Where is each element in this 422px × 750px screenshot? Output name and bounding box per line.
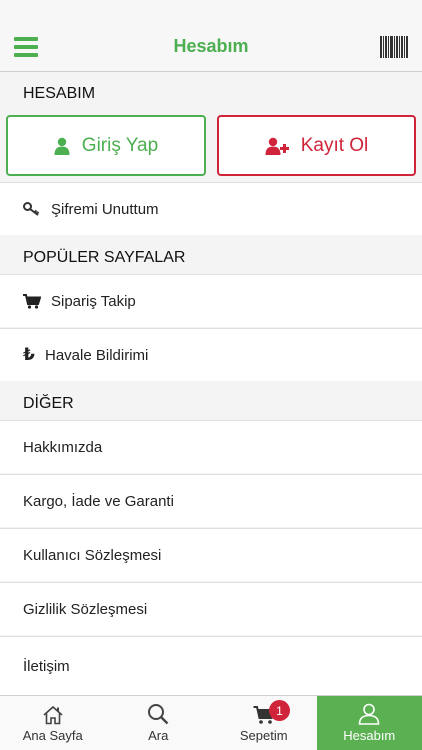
user-icon — [54, 137, 70, 155]
tab-cart[interactable]: 1 Sepetim — [211, 696, 317, 750]
transfer-notice-label: Havale Bildirimi — [45, 346, 149, 364]
user-outline-icon — [358, 703, 380, 725]
key-icon — [23, 202, 43, 216]
register-label: Kayıt Ol — [300, 134, 369, 156]
contact-item[interactable]: İletişim — [0, 636, 422, 695]
section-title-popular: POPÜLER SAYFALAR — [0, 236, 422, 274]
tab-account[interactable]: Hesabım — [316, 696, 422, 750]
user-agreement-label: Kullanıcı Sözleşmesi — [23, 546, 162, 564]
tab-search[interactable]: Ara — [106, 696, 212, 750]
add-user-icon — [265, 137, 289, 155]
order-tracking-label: Sipariş Takip — [51, 292, 136, 310]
cart-count-badge: 1 — [269, 700, 290, 721]
cart-icon — [23, 293, 43, 309]
about-item[interactable]: Hakkımızda — [0, 420, 422, 473]
privacy-policy-label: Gizlilik Sözleşmesi — [23, 600, 148, 618]
user-agreement-item[interactable]: Kullanıcı Sözleşmesi — [0, 528, 422, 581]
auth-buttons: Giriş Yap Kayıt Ol — [0, 108, 422, 182]
login-button[interactable]: Giriş Yap — [6, 115, 206, 176]
top-bar: Hesabım — [0, 0, 422, 72]
barcode-icon[interactable] — [380, 36, 408, 58]
order-tracking-item[interactable]: Sipariş Takip — [0, 274, 422, 327]
search-icon — [148, 704, 169, 725]
transfer-notice-item[interactable]: ₺ Havale Bildirimi — [0, 328, 422, 381]
shipping-returns-label: Kargo, İade ve Garanti — [23, 492, 174, 510]
tab-home-label: Ana Sayfa — [22, 728, 83, 743]
tab-search-label: Ara — [148, 728, 169, 743]
page-title: Hesabım — [173, 36, 249, 56]
tab-home[interactable]: Ana Sayfa — [0, 696, 106, 750]
section-title-other: DİĞER — [0, 382, 422, 420]
forgot-password-label: Şifremi Unuttum — [51, 200, 159, 218]
shipping-returns-item[interactable]: Kargo, İade ve Garanti — [0, 474, 422, 527]
about-label: Hakkımızda — [23, 438, 103, 456]
home-icon — [43, 705, 63, 725]
tab-account-label: Hesabım — [343, 728, 396, 743]
forgot-password-item[interactable]: Şifremi Unuttum — [0, 182, 422, 235]
lira-icon: ₺ — [23, 345, 35, 364]
contact-label: İletişim — [23, 657, 70, 675]
section-title-account: HESABIM — [0, 73, 422, 108]
tab-cart-label: Sepetim — [239, 728, 288, 743]
bottom-tab-bar: Ana Sayfa Ara 1 Sepetim Hesabım — [0, 695, 422, 750]
register-button[interactable]: Kayıt Ol — [217, 115, 416, 176]
privacy-policy-item[interactable]: Gizlilik Sözleşmesi — [0, 582, 422, 635]
login-label: Giriş Yap — [81, 134, 159, 156]
